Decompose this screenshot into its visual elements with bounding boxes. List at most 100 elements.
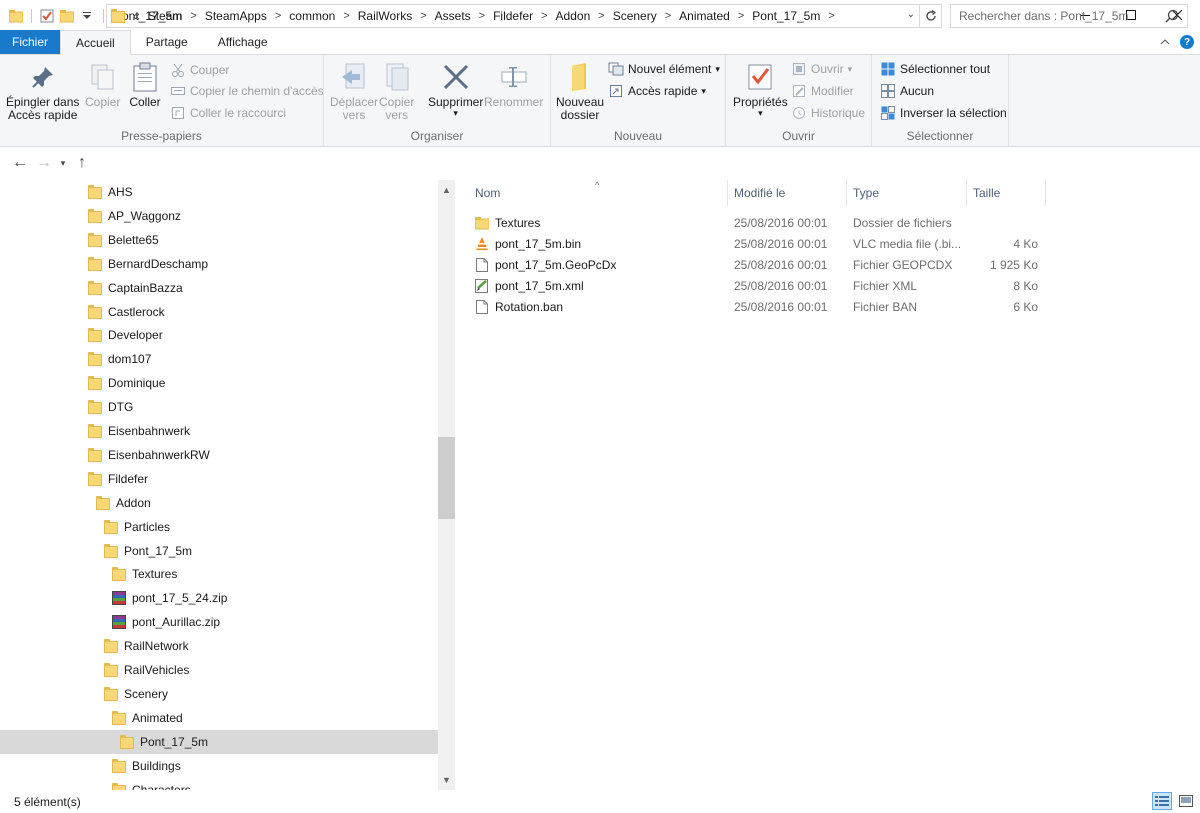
breadcrumb-chevron-icon[interactable]: > <box>541 10 547 22</box>
tab-fichier[interactable]: Fichier <box>0 30 61 54</box>
nav-tree-item[interactable]: Dominique <box>0 371 438 395</box>
paste-shortcut-button[interactable]: Coller le raccourci <box>170 103 286 123</box>
up-arrow-icon[interactable]: ↑ <box>70 154 94 172</box>
edit-button[interactable]: Modifier <box>791 81 854 101</box>
move-to-button[interactable]: Déplacer vers <box>330 61 378 122</box>
select-none-button[interactable]: Aucun <box>880 81 934 101</box>
properties-dropdown-icon[interactable]: ▾ <box>758 109 763 118</box>
breadcrumb-chevron-icon[interactable]: > <box>190 10 196 22</box>
nav-tree-item[interactable]: DTG <box>0 395 438 419</box>
file-row[interactable]: pont_17_5m.bin 25/08/2016 00:01 VLC media … <box>469 233 1055 254</box>
paste-button[interactable]: Coller <box>129 61 161 109</box>
folder-icon[interactable] <box>8 8 24 24</box>
easy-access-button[interactable]: Accès rapide ▾ <box>608 81 706 101</box>
nav-tree-item[interactable]: AHS <box>0 180 438 204</box>
properties-check-icon[interactable] <box>39 8 55 24</box>
nav-tree-item[interactable]: dom107 <box>0 347 438 371</box>
breadcrumb-overflow[interactable]: « <box>133 9 140 23</box>
nav-tree-item[interactable]: Buildings <box>0 754 438 778</box>
nav-tree-item[interactable]: Fildefer <box>0 467 438 491</box>
copy-path-button[interactable]: Copier le chemin d'accès <box>170 81 324 101</box>
search-icon[interactable] <box>1165 9 1179 26</box>
file-row[interactable]: pont_17_5m.xml 25/08/2016 00:01 Fichier XM… <box>469 275 1055 296</box>
customize-qat-icon[interactable] <box>79 8 95 24</box>
large-icons-view-button[interactable] <box>1176 792 1196 810</box>
delete-button[interactable]: Supprimer ▾ <box>428 61 483 118</box>
open-button[interactable]: Ouvrir ▾ <box>791 59 852 79</box>
breadcrumb-chevron-icon[interactable]: > <box>343 10 349 22</box>
nav-tree-item[interactable]: Pont_17_5m <box>0 729 438 754</box>
nav-tree-item[interactable]: AP_Waggonz <box>0 204 438 228</box>
invert-selection-button[interactable]: Inverser la sélection <box>880 103 1007 123</box>
recent-locations-chevron-icon[interactable]: ▾ <box>56 158 70 169</box>
nav-tree-item[interactable]: Addon <box>0 491 438 515</box>
nav-tree-item[interactable]: BernardDeschamp <box>0 252 438 276</box>
collapse-ribbon-icon[interactable] <box>1160 35 1170 49</box>
breadcrumb-item[interactable]: RailWorks <box>358 9 412 23</box>
file-row[interactable]: pont_17_5m.GeoPcDx 25/08/2016 00:01 Fichie… <box>469 254 1055 275</box>
breadcrumb-chevron-icon[interactable]: > <box>275 10 281 22</box>
breadcrumb-item[interactable]: Animated <box>679 9 730 23</box>
breadcrumb-chevron-icon[interactable]: > <box>828 10 834 22</box>
nav-tree-item[interactable]: Pont_17_5m <box>0 539 438 563</box>
nav-tree-item[interactable]: Particles <box>0 515 438 539</box>
nav-tree-item[interactable]: Animated <box>0 706 438 730</box>
tab-partage[interactable]: Partage <box>131 30 203 54</box>
breadcrumb-item[interactable]: Steam <box>148 9 183 23</box>
breadcrumb-item[interactable]: SteamApps <box>205 9 267 23</box>
breadcrumb-chevron-icon[interactable]: > <box>479 10 485 22</box>
file-row[interactable]: Textures 25/08/2016 00:01 Dossier de fichi… <box>469 212 1055 233</box>
column-header-modified[interactable]: Modifié le <box>728 180 847 206</box>
help-icon[interactable]: ? <box>1180 35 1194 49</box>
nav-tree-item[interactable]: Textures <box>0 562 438 586</box>
rename-button[interactable]: Renommer <box>484 61 543 109</box>
new-item-button[interactable]: Nouvel élément ▾ <box>608 59 720 79</box>
copy-to-button[interactable]: Copier vers <box>379 61 414 122</box>
column-header-type[interactable]: Type <box>847 180 967 206</box>
nav-tree-item[interactable]: Scenery <box>0 682 438 706</box>
breadcrumb-chevron-icon[interactable]: > <box>738 10 744 22</box>
breadcrumb-item[interactable]: Addon <box>556 9 591 23</box>
breadcrumb-chevron-icon[interactable]: > <box>598 10 604 22</box>
tab-accueil[interactable]: Accueil <box>60 30 131 55</box>
nav-tree-item[interactable]: pont_17_5_24.zip <box>0 586 438 610</box>
nav-pane-scroll-thumb[interactable] <box>438 437 455 519</box>
properties-button[interactable]: Propriétés ▾ <box>733 61 788 118</box>
breadcrumb-item[interactable]: common <box>289 9 335 23</box>
navigation-pane[interactable]: AHS AP_Waggonz Belette65 BernardDeschamp Cap… <box>0 180 455 790</box>
nav-tree-item[interactable]: Characters <box>0 778 438 790</box>
breadcrumb-item[interactable]: Fildefer <box>493 9 533 23</box>
address-history-chevron-icon[interactable]: ⌄ <box>907 9 915 20</box>
nav-tree-item[interactable]: Eisenbahnwerk <box>0 419 438 443</box>
details-view-button[interactable] <box>1152 792 1172 810</box>
nav-tree-item[interactable]: Belette65 <box>0 228 438 252</box>
nav-tree-item[interactable]: CaptainBazza <box>0 276 438 300</box>
breadcrumb-chevron-icon[interactable]: > <box>420 10 426 22</box>
scroll-up-arrow-icon[interactable]: ▲ <box>438 182 455 199</box>
scroll-down-arrow-icon[interactable]: ▼ <box>438 772 455 789</box>
nav-tree-item[interactable]: Castlerock <box>0 300 438 324</box>
cut-button[interactable]: Couper <box>170 60 229 80</box>
file-row[interactable]: Rotation.ban 25/08/2016 00:01 Fichier BAN 6… <box>469 296 1055 317</box>
breadcrumb-item[interactable]: Assets <box>435 9 471 23</box>
search-input[interactable]: Rechercher dans : Pont_17_5m <box>950 4 1188 28</box>
breadcrumb-chevron-icon[interactable]: > <box>665 10 671 22</box>
breadcrumb-item[interactable]: Scenery <box>613 9 657 23</box>
new-folder-icon[interactable] <box>59 8 75 24</box>
nav-tree-item[interactable]: RailVehicles <box>0 658 438 682</box>
address-bar[interactable]: « Steam > SteamApps > common > RailWorks > Asset… <box>106 4 942 28</box>
nav-tree-item[interactable]: RailNetwork <box>0 634 438 658</box>
tab-affichage[interactable]: Affichage <box>203 30 283 54</box>
forward-arrow-icon[interactable]: → <box>32 154 56 172</box>
pin-quick-access-button[interactable]: Épingler dans Accès rapide <box>6 61 79 122</box>
file-list-pane[interactable]: Nom ^ Modifié le Type Taille Textures 25/… <box>455 180 1200 790</box>
refresh-button[interactable] <box>919 5 941 27</box>
delete-dropdown-icon[interactable]: ▾ <box>453 109 458 118</box>
history-button[interactable]: Historique <box>791 103 865 123</box>
nav-tree-item[interactable]: pont_Aurillac.zip <box>0 610 438 634</box>
nav-tree-item[interactable]: Developer <box>0 323 438 347</box>
breadcrumb-item[interactable]: Pont_17_5m <box>752 9 820 23</box>
select-all-button[interactable]: Sélectionner tout <box>880 59 990 79</box>
new-folder-button[interactable]: Nouveau dossier <box>556 61 604 122</box>
back-arrow-icon[interactable]: ← <box>8 154 32 172</box>
